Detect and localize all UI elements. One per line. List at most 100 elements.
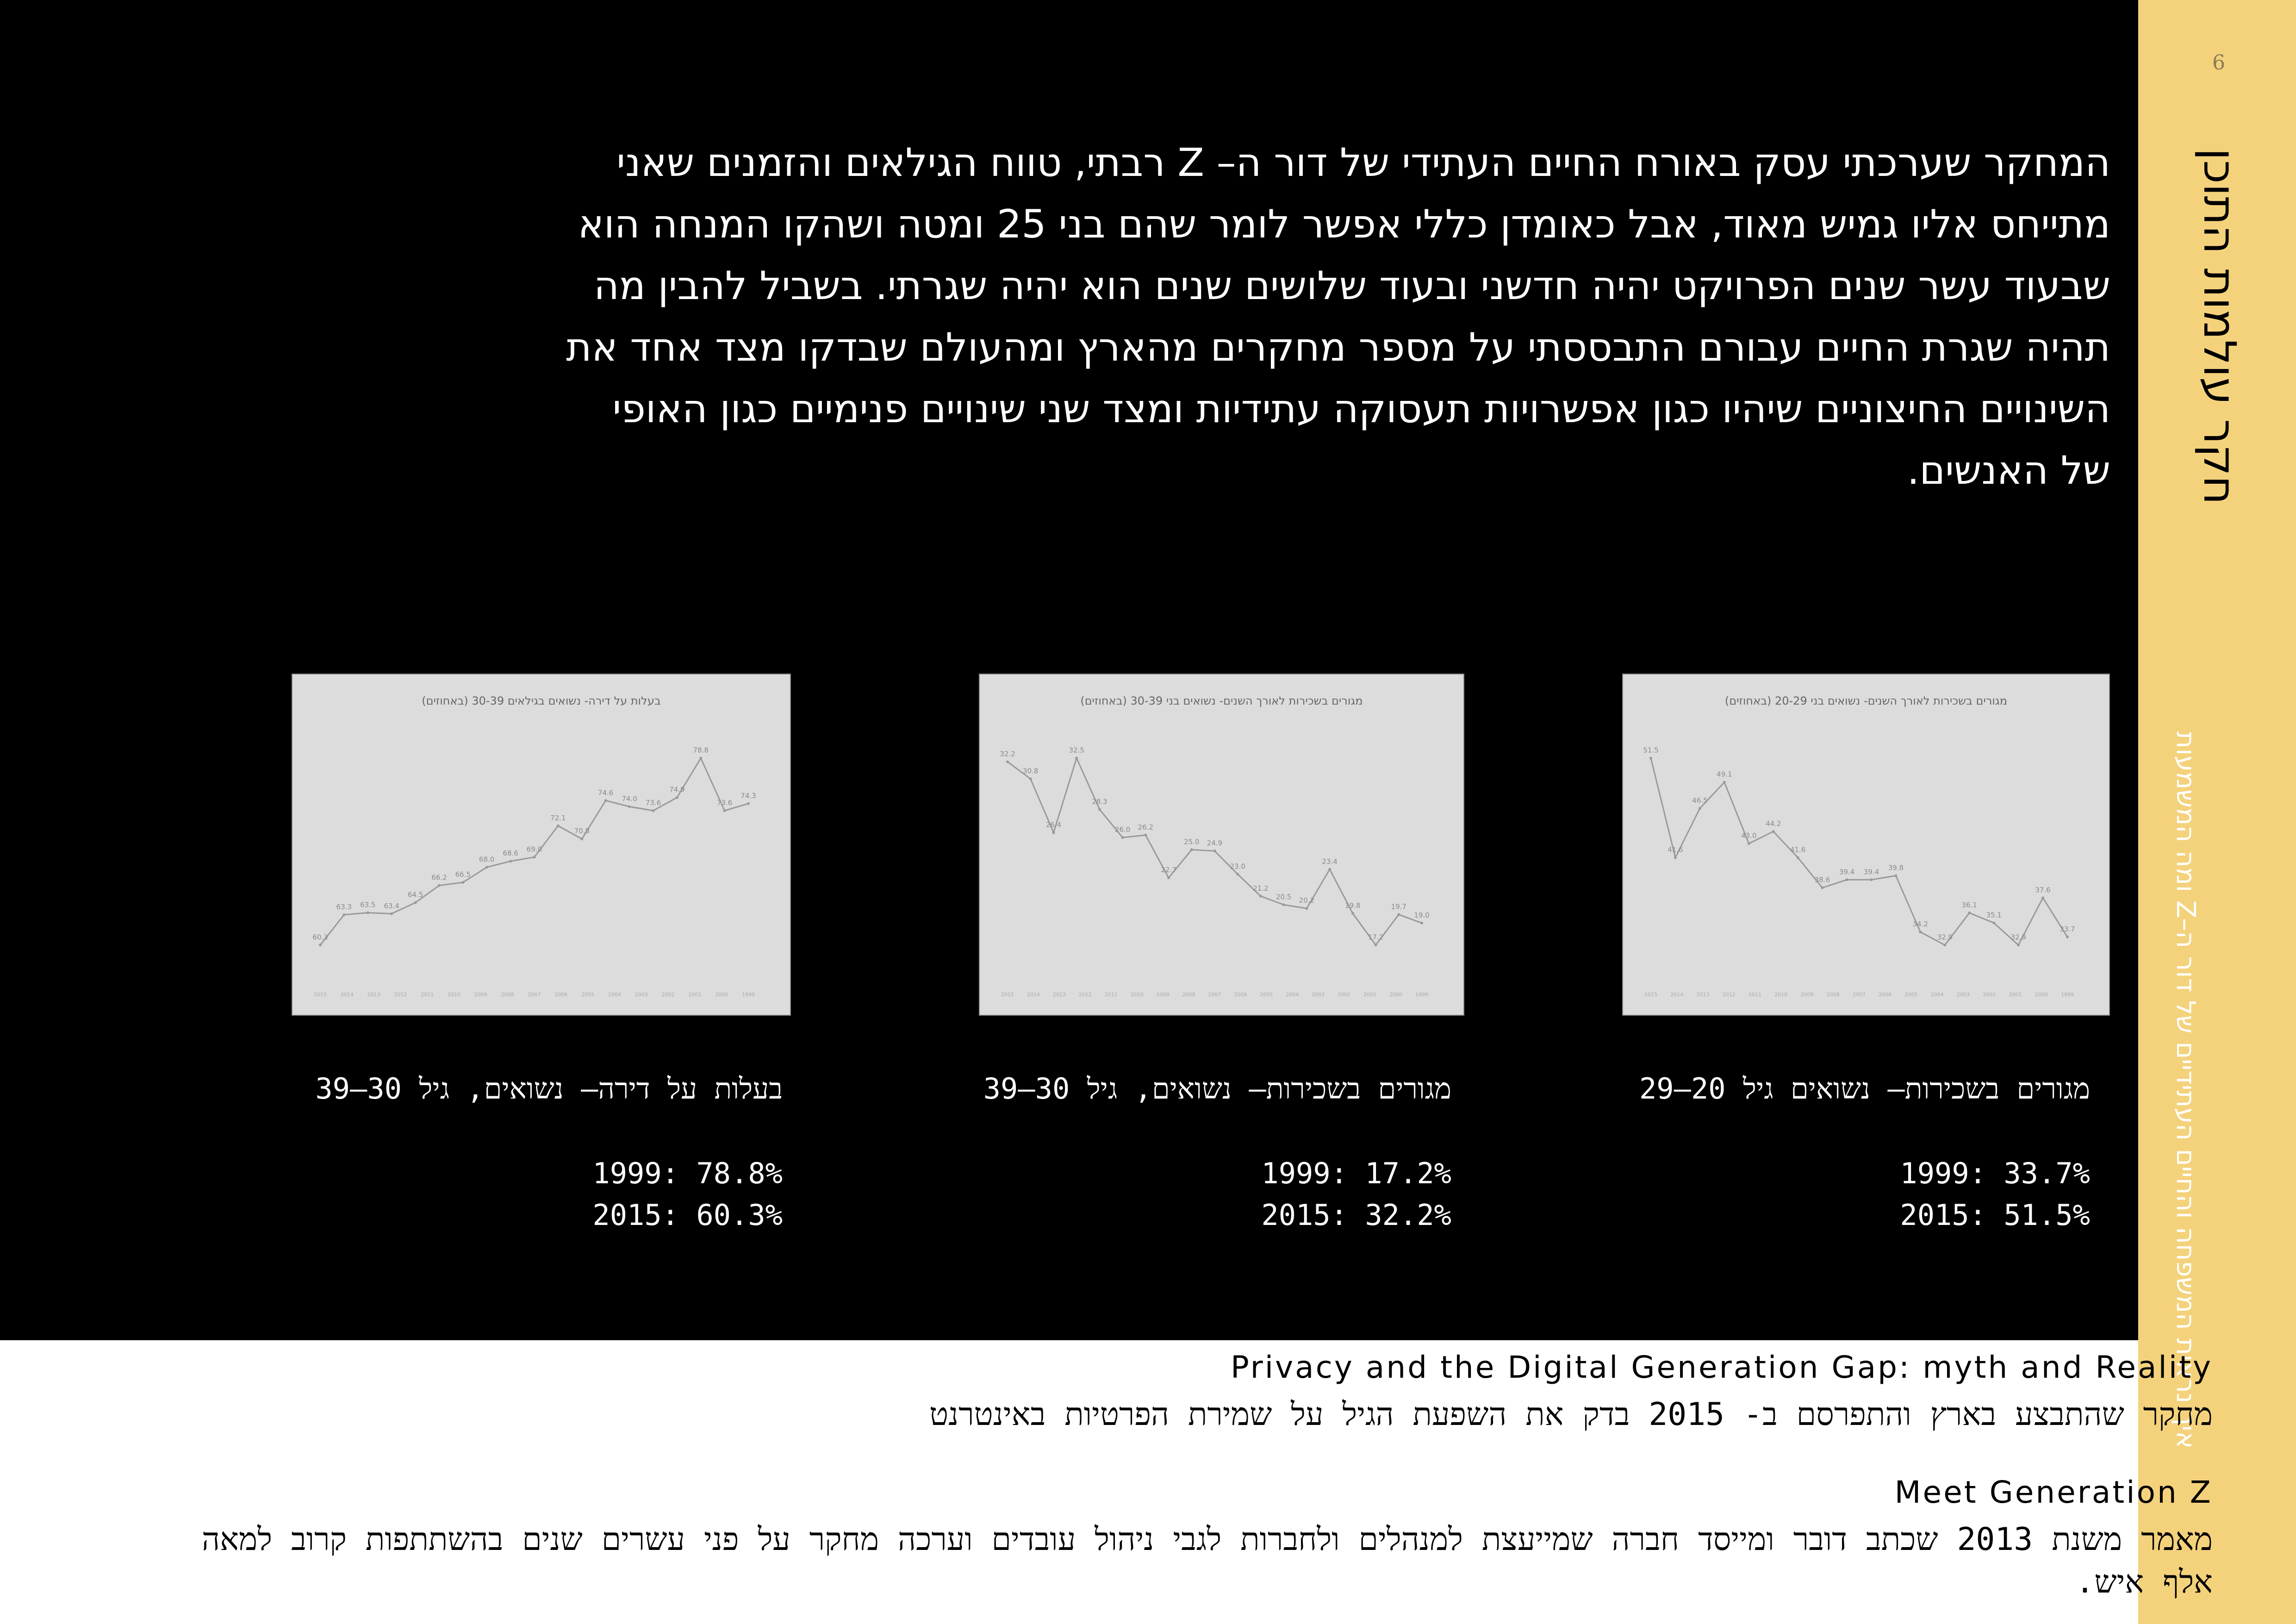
data-label: 32.9 [2010,933,2026,941]
data-point [1870,878,1873,881]
data-point [1698,807,1701,810]
data-label: 37.6 [2035,886,2050,894]
data-label: 73.6 [646,799,661,807]
reference-2-title: Meet Generation Z [1894,1474,2213,1510]
series-line [1650,758,2068,946]
x-tick-label: 2001 [2009,992,2022,998]
data-point [1052,831,1055,834]
data-point [342,913,346,916]
x-tick-label: 2015 [1001,992,1014,998]
data-point [580,837,584,841]
x-tick-label: 2001 [1363,992,1376,998]
data-label: 23.4 [1322,857,1337,866]
data-point [414,901,417,904]
data-label: 60.3 [312,933,328,941]
data-label: 74.3 [740,792,756,800]
chart-photo-rent-20-29: מגורים בשכירות לאורך השנים- נשואים בני 2… [1622,674,2110,1016]
data-label: 20.5 [1276,893,1291,901]
chart-title: מגורים בשכירות לאורך השנים- נשואים בני 2… [1725,694,2007,707]
x-tick-label: 1999 [742,992,755,998]
x-tick-label: 2014 [1027,992,1040,998]
data-point [1006,760,1009,763]
data-label: 33.7 [2060,925,2075,933]
x-tick-label: 2013 [367,992,380,998]
data-label: 35.1 [1986,911,2001,919]
x-tick-label: 2007 [1208,992,1221,998]
x-tick-label: 2015 [314,992,327,998]
data-point [1968,911,1971,914]
chart-photo-rent-30-39: מגורים בשכירות לאורך השנים- נשואים בני 3… [979,674,1464,1016]
stat-1999-own-30-39: 1999: 78.8% [592,1156,783,1190]
data-label: 74.0 [622,794,637,803]
x-tick-label: 2010 [1774,992,1787,998]
data-point [1259,894,1262,898]
data-point [1649,756,1652,760]
x-tick-label: 2008 [1182,992,1195,998]
chart-rent-30-39: מגורים בשכירות לאורך השנים- נשואים בני 3… [1000,694,1429,998]
data-label: 70.8 [574,827,590,835]
x-tick-label: 2003 [635,992,648,998]
x-tick-label: 2009 [474,992,487,998]
data-point [652,809,655,812]
x-tick-label: 2005 [581,992,594,998]
data-point [1845,878,1848,881]
stat-1999-rent-30-39: 1999: 17.2% [1261,1156,1451,1190]
data-label: 26.4 [1046,821,1061,829]
caption-own-30-39: בעלות על דירה– נשואים, גיל 30–39 [315,1072,783,1106]
data-label: 39.8 [1888,864,1904,872]
data-label: 34.2 [1913,920,1928,928]
data-point [1894,874,1898,877]
data-point [1821,886,1824,889]
stat-2015-rent-30-39: 2015: 32.2% [1261,1198,1451,1232]
data-point [1328,868,1332,871]
data-point [1236,873,1239,876]
data-point [485,866,488,869]
data-point [1190,848,1193,851]
data-label: 26.0 [1115,825,1130,834]
x-tick-label: 2004 [608,992,621,998]
data-label: 19.0 [1414,911,1429,919]
data-label: 26.2 [1138,823,1153,831]
data-point [1167,876,1170,880]
reference-1-title: Privacy and the Digital Generation Gap: … [1230,1349,2213,1385]
data-point [556,824,560,827]
data-point [604,799,607,802]
data-label: 32.9 [1937,933,1953,941]
data-label: 23.0 [1230,862,1245,870]
data-point [1282,903,1285,906]
data-point [747,802,750,805]
data-point [1943,943,1947,947]
data-label: 19.7 [1391,902,1406,911]
data-point [509,860,512,863]
data-point [723,809,726,812]
data-point [675,796,678,799]
x-tick-label: 1999 [1415,992,1428,998]
data-label: 25.0 [1184,838,1199,846]
x-tick-label: 2010 [1131,992,1144,998]
chart-rent-20-29: מגורים בשכירות לאורך השנים- נשואים בני 2… [1643,694,2075,998]
x-tick-label: 2003 [1312,992,1325,998]
data-point [1029,777,1032,781]
data-point [533,856,536,859]
data-label: 32.5 [1069,746,1084,755]
x-tick-label: 2001 [688,992,701,998]
chart-title: בעלות על דירה- נשואים בגילאים 30-39 (באח… [422,694,660,707]
x-tick-label: 2006 [1879,992,1892,998]
x-tick-label: 2000 [2035,992,2048,998]
data-point [437,884,441,887]
x-tick-label: 2010 [448,992,460,998]
x-tick-label: 2000 [1389,992,1402,998]
data-label: 46.5 [1692,796,1707,805]
data-label: 30.8 [1023,767,1038,775]
data-point [1374,943,1377,947]
data-label: 36.1 [1962,901,1977,909]
x-tick-label: 2006 [554,992,567,998]
data-point [1144,833,1147,837]
reference-2-text: מאמר משנת 2013 שכתב דובר ומייסד חברה שמי… [201,1521,2213,1600]
data-point [1351,912,1354,915]
data-point [1121,836,1124,839]
data-label: 41.6 [1668,846,1683,854]
stat-1999-rent-20-29: 1999: 33.7% [1900,1156,2090,1190]
data-point [1723,781,1726,784]
data-point [1796,856,1799,859]
